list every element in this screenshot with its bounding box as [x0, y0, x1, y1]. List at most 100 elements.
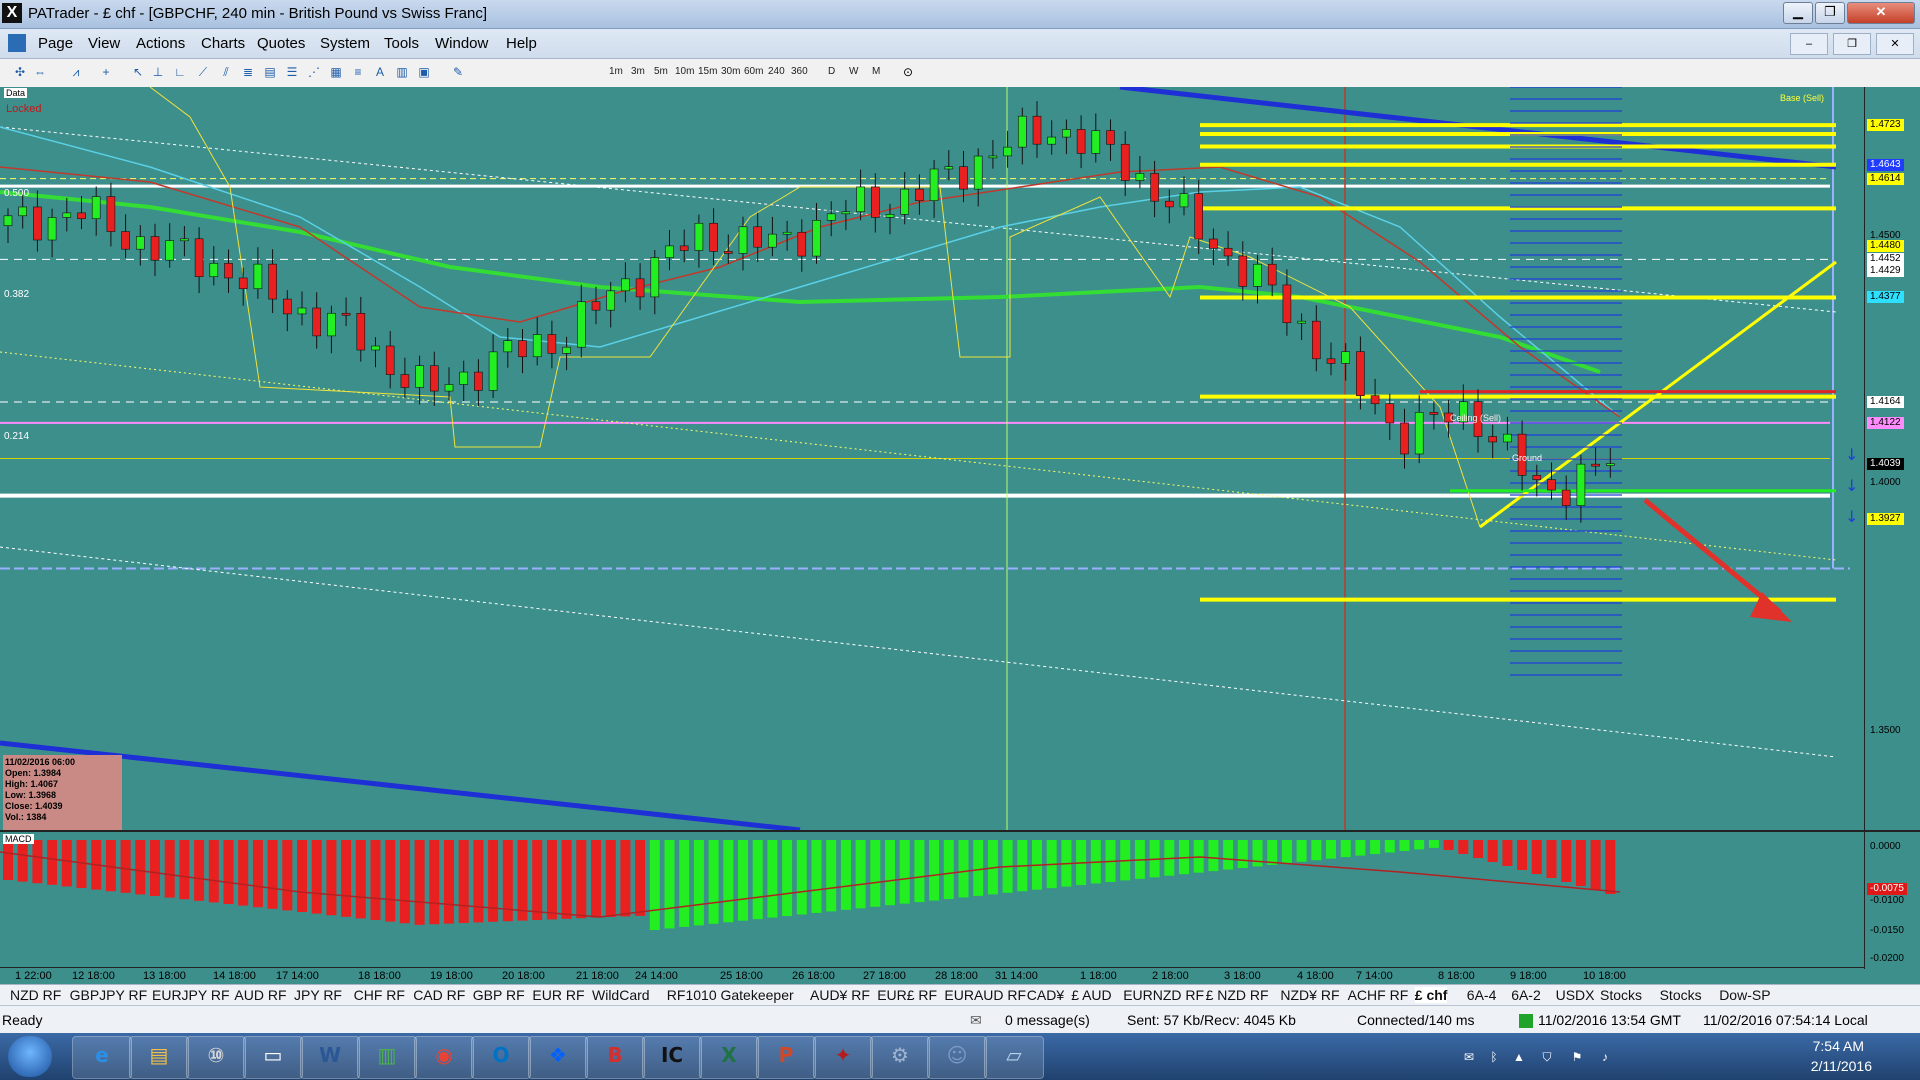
tf-60m[interactable]: 60m	[744, 66, 763, 77]
tf-15m[interactable]: 15m	[698, 66, 717, 77]
taskbar-app[interactable]: B	[585, 1036, 645, 1079]
menu-charts[interactable]: Charts	[201, 35, 245, 52]
bars-icon[interactable]: ▥	[394, 64, 410, 80]
minimize-button[interactable]: ▁	[1783, 2, 1813, 24]
menu-page[interactable]: Page	[38, 35, 73, 52]
price-chart[interactable]: ↓ ↓ ↓ Data Locked 0.500 0.382 0.214 Base (…	[0, 84, 1864, 833]
symbol-tab[interactable]: CHF RF	[354, 987, 405, 1003]
taskbar-app[interactable]: ✦	[813, 1036, 873, 1079]
tf-w[interactable]: W	[849, 66, 858, 77]
crosshair-icon[interactable]: ✣	[12, 64, 28, 80]
symbol-tab[interactable]: Stocks	[1660, 987, 1702, 1003]
symbol-tab[interactable]: ACHF RF	[1348, 987, 1409, 1003]
mdi-minimize-button[interactable]: –	[1790, 33, 1828, 55]
tf-5m[interactable]: 5m	[654, 66, 668, 77]
tf-3m[interactable]: 3m	[631, 66, 645, 77]
taskbar-app[interactable]: ☺	[927, 1036, 987, 1079]
symbol-tab[interactable]: £ NZD RF	[1206, 987, 1269, 1003]
list-icon[interactable]: ☰	[284, 64, 300, 80]
taskbar-app[interactable]: ▤	[129, 1036, 189, 1079]
vline-icon[interactable]: ∟	[172, 64, 188, 80]
taskbar-app[interactable]: IC	[642, 1036, 702, 1079]
network-icon[interactable]: ▲	[1512, 1050, 1526, 1064]
close-button[interactable]: ✕	[1847, 2, 1915, 24]
symbol-tab[interactable]: USDX	[1556, 987, 1595, 1003]
maximize-button[interactable]: ❐	[1815, 2, 1845, 24]
taskbar-app[interactable]: P	[756, 1036, 816, 1079]
taskbar-app[interactable]: W	[300, 1036, 360, 1079]
symbol-tab[interactable]: GBPJPY RF	[70, 987, 148, 1003]
symbol-tab[interactable]: AUD RF	[234, 987, 286, 1003]
fibo-icon[interactable]: ≣	[240, 64, 256, 80]
taskbar-app[interactable]: ◉	[414, 1036, 474, 1079]
symbol-tab[interactable]: NZD RF	[10, 987, 61, 1003]
tf-10m[interactable]: 10m	[675, 66, 694, 77]
text-icon[interactable]: A	[372, 64, 388, 80]
grid-icon[interactable]: ▦	[328, 64, 344, 80]
cross-icon[interactable]: +	[98, 64, 114, 80]
flag-icon[interactable]: ⚑	[1570, 1050, 1584, 1064]
menu-system[interactable]: System	[320, 35, 370, 52]
volume-icon[interactable]: ♪	[1598, 1050, 1612, 1064]
mail-tray-icon[interactable]: ✉	[1462, 1050, 1476, 1064]
shield-icon[interactable]: ⛉	[1540, 1050, 1554, 1064]
symbol-tab[interactable]: 6A-4	[1467, 987, 1497, 1003]
status-messages[interactable]: 0 message(s)	[1005, 1012, 1090, 1028]
taskbar-app[interactable]: O	[471, 1036, 531, 1079]
taskbar-app[interactable]: ▱	[984, 1036, 1044, 1079]
app-icon[interactable]: X	[2, 3, 22, 23]
macd-panel[interactable]: MACD	[0, 830, 1864, 969]
pointer-icon[interactable]: ↖	[130, 64, 146, 80]
menu-tools[interactable]: Tools	[384, 35, 419, 52]
indicator-icon[interactable]: ⩘	[68, 64, 84, 80]
fan-icon[interactable]: ⋰	[306, 64, 322, 80]
drag-icon[interactable]: ⇔	[32, 64, 48, 80]
mail-icon[interactable]: ✉	[970, 1012, 982, 1029]
tf-1m[interactable]: 1m	[609, 66, 623, 77]
symbol-tab[interactable]: CAD¥	[1027, 987, 1064, 1003]
price-scale[interactable]: 1.4723 1.4643 1.4614 1.4500 1.4480 1.4452 1.44…	[1864, 87, 1920, 830]
trendline-icon[interactable]: ⟋	[195, 64, 211, 80]
taskbar-app[interactable]: e	[72, 1036, 132, 1079]
symbol-tab[interactable]: RF1010 Gatekeeper	[667, 987, 794, 1003]
symbol-tab[interactable]: NZD¥ RF	[1280, 987, 1339, 1003]
symbol-tab[interactable]: Dow-SP	[1719, 987, 1770, 1003]
taskbar-app[interactable]: X	[699, 1036, 759, 1079]
taskbar-app[interactable]: ▭	[243, 1036, 303, 1079]
mdi-close-button[interactable]: ✕	[1876, 33, 1914, 55]
symbol-tab[interactable]: EURJPY RF	[152, 987, 230, 1003]
levels-icon[interactable]: ≡	[350, 64, 366, 80]
symbol-tab[interactable]: EUR RF	[532, 987, 584, 1003]
bluetooth-icon[interactable]: ᛒ	[1487, 1050, 1501, 1064]
menu-actions[interactable]: Actions	[136, 35, 185, 52]
symbol-tab[interactable]: £ chf	[1414, 987, 1448, 1003]
symbol-tab[interactable]: EURNZD RF	[1123, 987, 1204, 1003]
symbol-tab[interactable]: Stocks	[1600, 987, 1642, 1003]
tf-m[interactable]: M	[872, 66, 880, 77]
menu-quotes[interactable]: Quotes	[257, 35, 305, 52]
hline-icon[interactable]: ⊥	[150, 64, 166, 80]
pencil-icon[interactable]: ✎	[450, 64, 466, 80]
tf-360[interactable]: 360	[791, 66, 808, 77]
tf-d[interactable]: D	[828, 66, 835, 77]
symbol-tab[interactable]: 6A-2	[1511, 987, 1541, 1003]
clock-time[interactable]: 7:54 AM	[1813, 1038, 1864, 1054]
menu-help[interactable]: Help	[506, 35, 537, 52]
mdi-restore-button[interactable]: ❐	[1833, 33, 1871, 55]
symbol-tab[interactable]: EUR£ RF	[877, 987, 937, 1003]
symbol-tab[interactable]: WildCard	[592, 987, 650, 1003]
clock-date[interactable]: 2/11/2016	[1811, 1058, 1872, 1074]
taskbar-app[interactable]: ▥	[357, 1036, 417, 1079]
symbol-tab[interactable]: GBP RF	[473, 987, 525, 1003]
taskbar-app[interactable]: ⑩	[186, 1036, 246, 1079]
rectangle-icon[interactable]: ▤	[262, 64, 278, 80]
symbol-tab[interactable]: CAD RF	[413, 987, 465, 1003]
record-icon[interactable]: ⊙	[900, 64, 916, 80]
taskbar-app[interactable]: ⚙	[870, 1036, 930, 1079]
symbol-tab[interactable]: AUD¥ RF	[810, 987, 870, 1003]
tf-30m[interactable]: 30m	[721, 66, 740, 77]
menu-view[interactable]: View	[88, 35, 120, 52]
channel-icon[interactable]: ⫽	[218, 64, 234, 80]
symbol-tab[interactable]: JPY RF	[294, 987, 342, 1003]
tf-240[interactable]: 240	[768, 66, 785, 77]
